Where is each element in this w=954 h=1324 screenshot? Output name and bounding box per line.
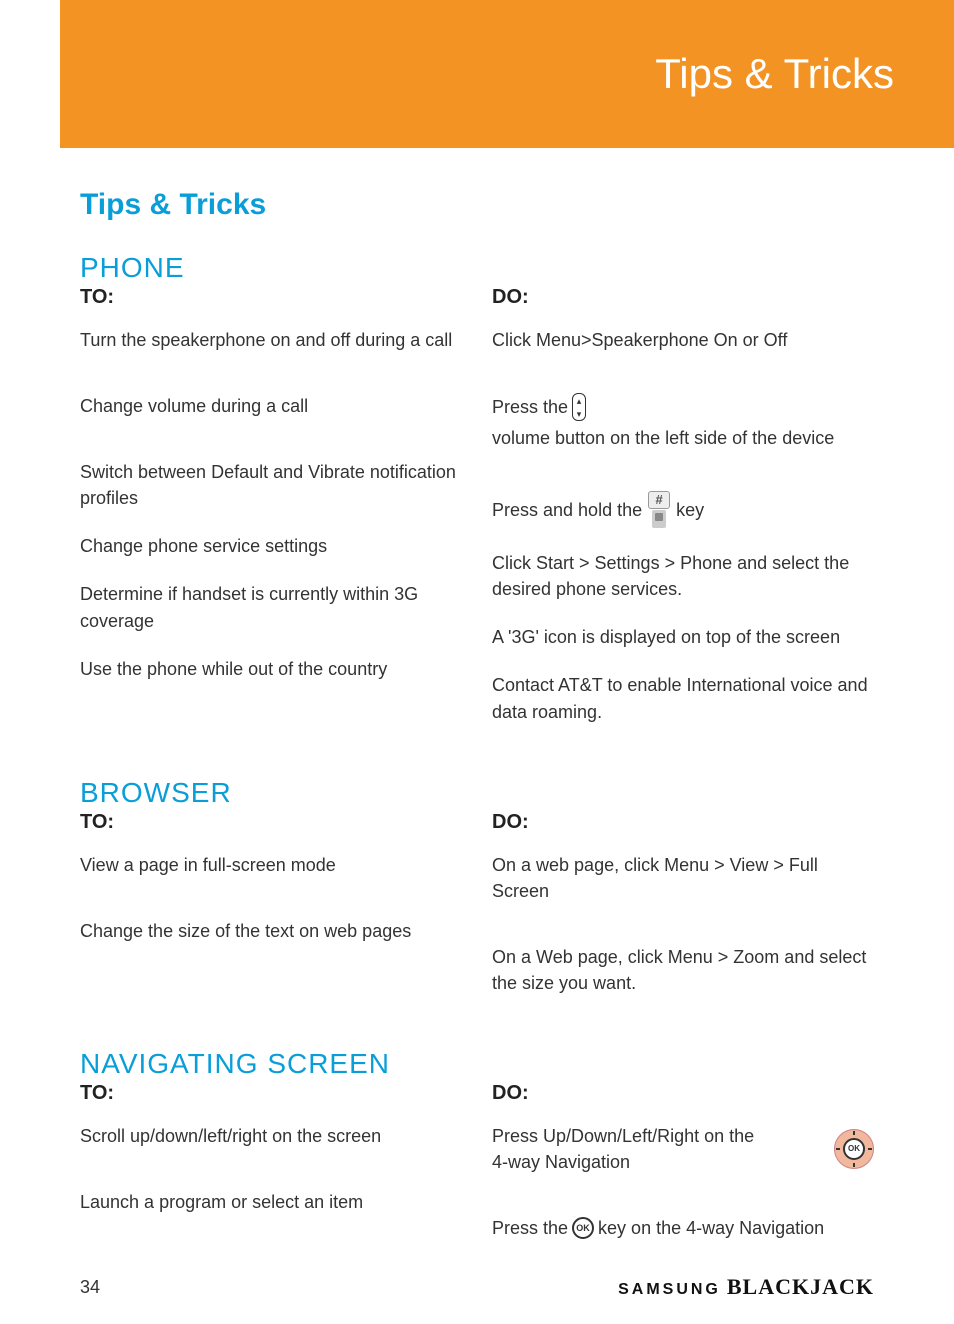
footer-brand: SAMSUNG BLACKJACK bbox=[618, 1274, 874, 1300]
to-cell: Change the size of the text on web pages bbox=[80, 918, 462, 944]
to-cell: Turn the speakerphone on and off during … bbox=[80, 327, 462, 353]
to-cell: Switch between Default and Vibrate notif… bbox=[80, 459, 462, 511]
brand-samsung: SAMSUNG bbox=[618, 1281, 721, 1299]
do-header: DO: bbox=[492, 1082, 874, 1105]
do-cell: Press the ▴▾ volume button on the left s… bbox=[492, 393, 874, 451]
to-header: TO: bbox=[80, 811, 462, 834]
do-text-pre: Press the bbox=[492, 394, 568, 420]
do-cell: Press Up/Down/Left/Right on the 4-way Na… bbox=[492, 1123, 874, 1175]
page-footer: 34 SAMSUNG BLACKJACK bbox=[0, 1274, 954, 1300]
header-banner: Tips & Tricks bbox=[60, 0, 954, 148]
to-header: TO: bbox=[80, 1082, 462, 1105]
do-header: DO: bbox=[492, 286, 874, 309]
hash-key-icon: # bbox=[646, 491, 672, 528]
do-text-post: key on the 4-way Navigation bbox=[598, 1215, 824, 1241]
do-text-pre: Press Up/Down/Left/Right on the 4-way Na… bbox=[492, 1123, 772, 1175]
section-browser: BROWSER TO: View a page in full-screen m… bbox=[80, 777, 874, 1018]
do-text-post: key bbox=[676, 497, 704, 523]
do-cell: On a web page, click Menu > View > Full … bbox=[492, 852, 874, 904]
do-text-post: volume button on the left side of the de… bbox=[492, 425, 834, 451]
do-cell: A '3G' icon is displayed on top of the s… bbox=[492, 624, 874, 650]
navigation-wheel-icon: OK bbox=[834, 1129, 874, 1169]
to-cell: Scroll up/down/left/right on the screen bbox=[80, 1123, 462, 1149]
page-number: 34 bbox=[80, 1277, 100, 1298]
to-header: TO: bbox=[80, 286, 462, 309]
do-cell: Press the OK key on the 4-way Navigation bbox=[492, 1215, 874, 1241]
section-phone: PHONE TO: Turn the speakerphone on and o… bbox=[80, 252, 874, 747]
do-text-pre: Press the bbox=[492, 1215, 568, 1241]
to-cell: View a page in full-screen mode bbox=[80, 852, 462, 878]
category-title-browser: BROWSER bbox=[80, 777, 874, 809]
do-cell: On a Web page, click Menu > Zoom and sel… bbox=[492, 944, 874, 996]
do-text-pre: Press and hold the bbox=[492, 497, 642, 523]
section-navigating: NAVIGATING SCREEN TO: Scroll up/down/lef… bbox=[80, 1048, 874, 1263]
ok-key-icon: OK bbox=[572, 1217, 594, 1239]
to-cell: Determine if handset is currently within… bbox=[80, 581, 462, 633]
page-title: Tips & Tricks bbox=[80, 188, 874, 222]
do-cell: Click Start > Settings > Phone and selec… bbox=[492, 550, 874, 602]
do-cell: Click Menu>Speakerphone On or Off bbox=[492, 327, 874, 353]
do-header: DO: bbox=[492, 811, 874, 834]
do-cell: Press and hold the # key bbox=[492, 491, 874, 528]
to-cell: Use the phone while out of the country bbox=[80, 656, 462, 682]
page-content: Tips & Tricks PHONE TO: Turn the speaker… bbox=[0, 148, 954, 1263]
category-title-nav: NAVIGATING SCREEN bbox=[80, 1048, 874, 1080]
to-cell: Change volume during a call bbox=[80, 393, 462, 419]
volume-icon: ▴▾ bbox=[572, 393, 586, 421]
to-cell: Launch a program or select an item bbox=[80, 1189, 462, 1215]
to-cell: Change phone service settings bbox=[80, 533, 462, 559]
category-title-phone: PHONE bbox=[80, 252, 874, 284]
do-cell: Contact AT&T to enable International voi… bbox=[492, 672, 874, 724]
header-title: Tips & Tricks bbox=[655, 50, 894, 98]
brand-blackjack: BLACKJACK bbox=[727, 1274, 874, 1300]
